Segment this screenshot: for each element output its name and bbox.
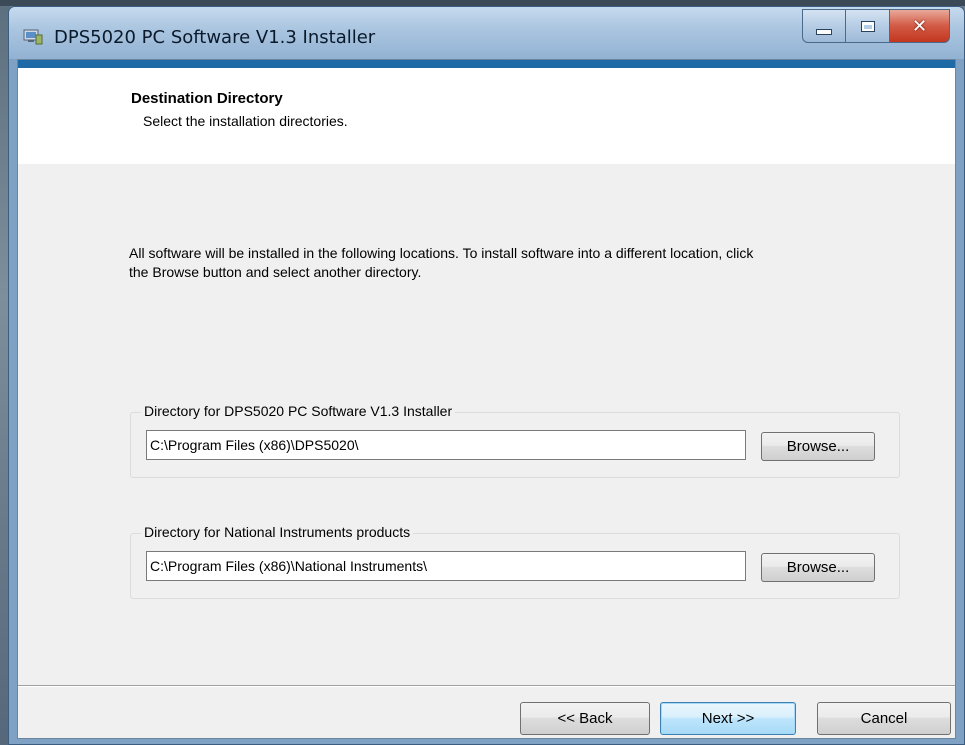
software-directory-field[interactable]: C:\Program Files (x86)\DPS5020\ bbox=[146, 430, 746, 460]
software-directory-group: Directory for DPS5020 PC Software V1.3 I… bbox=[130, 403, 900, 478]
close-button[interactable]: ✕ bbox=[890, 9, 950, 43]
close-icon: ✕ bbox=[911, 15, 928, 37]
installer-window: DPS5020 PC Software V1.3 Installer ✕ Des… bbox=[8, 6, 965, 745]
browse-button[interactable]: Browse... bbox=[761, 553, 875, 582]
minimize-icon bbox=[816, 29, 832, 35]
title-bar[interactable]: DPS5020 PC Software V1.3 Installer ✕ bbox=[9, 7, 964, 59]
minimize-button[interactable] bbox=[802, 9, 846, 43]
maximize-button[interactable] bbox=[846, 9, 890, 43]
browse-button[interactable]: Browse... bbox=[761, 432, 875, 461]
footer-separator bbox=[18, 685, 955, 687]
ni-directory-field[interactable]: C:\Program Files (x86)\National Instrume… bbox=[146, 551, 746, 581]
page-subtitle: Select the installation directories. bbox=[143, 113, 348, 129]
intro-text: All software will be installed in the fo… bbox=[129, 245, 754, 280]
next-button[interactable]: Next >> bbox=[660, 702, 796, 735]
cancel-button[interactable]: Cancel bbox=[817, 702, 951, 735]
page-title: Destination Directory bbox=[131, 90, 283, 107]
header-panel: Destination Directory Select the install… bbox=[18, 68, 955, 164]
back-button[interactable]: << Back bbox=[520, 702, 650, 735]
window-title: DPS5020 PC Software V1.3 Installer bbox=[54, 27, 376, 48]
accent-strip bbox=[18, 60, 955, 68]
group-legend: Directory for National Instruments produ… bbox=[141, 524, 414, 540]
dialog-body: Destination Directory Select the install… bbox=[17, 59, 956, 739]
installer-icon bbox=[23, 29, 43, 45]
caption-buttons: ✕ bbox=[802, 9, 950, 43]
ni-directory-group: Directory for National Instruments produ… bbox=[130, 524, 900, 599]
group-legend: Directory for DPS5020 PC Software V1.3 I… bbox=[141, 403, 456, 419]
maximize-icon bbox=[860, 20, 875, 32]
